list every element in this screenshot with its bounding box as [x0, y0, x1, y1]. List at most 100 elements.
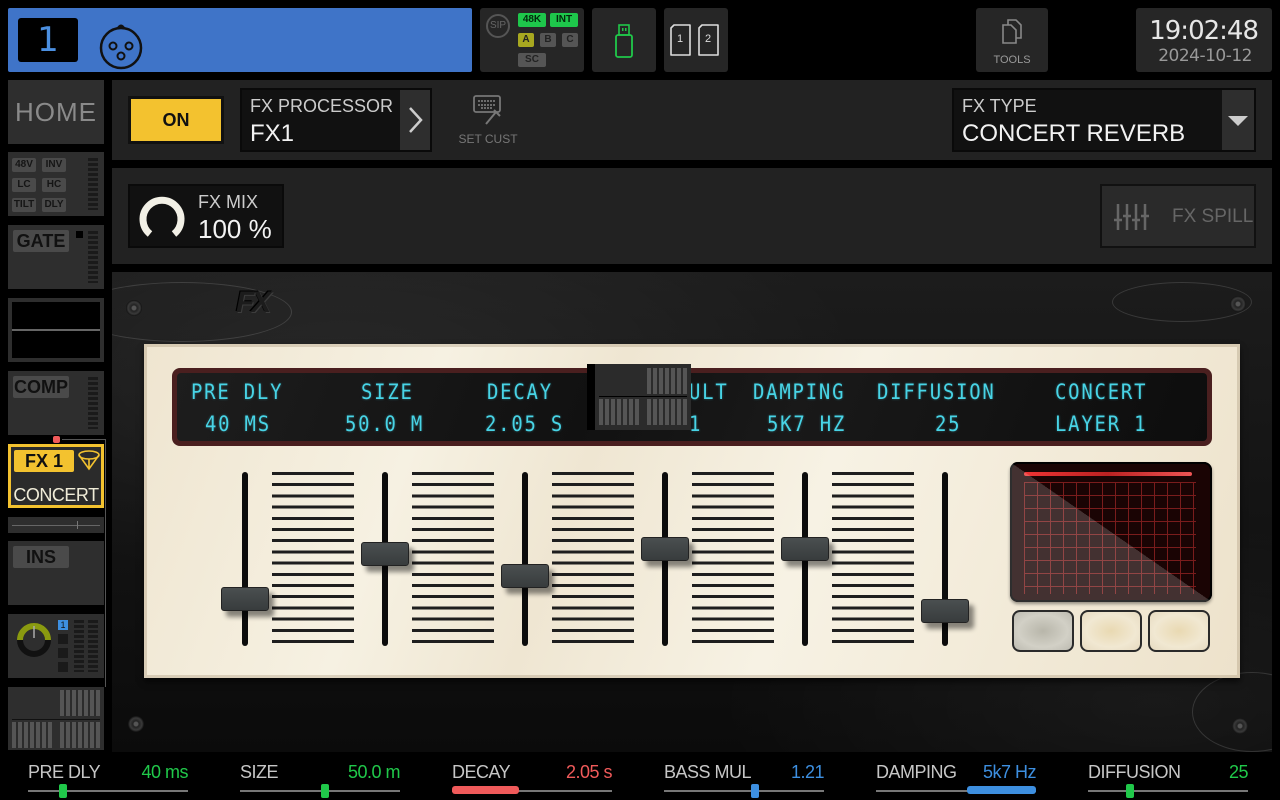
usb-drive-icon [615, 24, 633, 58]
send-meter-l [74, 620, 84, 672]
tag-lc: LC [12, 178, 36, 192]
lcd-label-pre-dly: PRE DLY [191, 380, 284, 404]
param-size[interactable]: SIZE 50.0 m [240, 756, 401, 800]
param-slider-track[interactable] [664, 790, 824, 792]
param-diffusion[interactable]: DIFFUSION 25 [1088, 756, 1249, 800]
sidebar-item-comp[interactable]: COMP [8, 371, 104, 435]
fader-track-pre-dly[interactable] [242, 472, 248, 646]
divider [12, 719, 100, 720]
sidebar-fx-level-slider[interactable] [8, 517, 104, 533]
sidebar-item-send[interactable]: 1 [8, 614, 104, 678]
sync-status[interactable]: SIP 48K INT A B C SC [480, 8, 584, 72]
sd-cards-button[interactable]: 1 2 [664, 8, 728, 72]
fx-spill-button[interactable]: FX SPILL [1100, 184, 1256, 248]
sidebar-item-output[interactable] [8, 687, 104, 750]
usb-button[interactable] [592, 8, 656, 72]
channel-strip[interactable]: 1 [8, 8, 472, 72]
faders-icon [1114, 204, 1149, 230]
sample-rate-badge: 48K [518, 13, 546, 27]
fader-knob-pre-dly[interactable] [221, 587, 269, 612]
output-meter [12, 722, 52, 748]
fader-knob-decay[interactable] [501, 564, 549, 589]
param-slider-track[interactable] [28, 790, 188, 792]
home-button[interactable]: HOME [8, 80, 104, 144]
tools-button[interactable]: TOOLS [976, 8, 1048, 72]
fx-logo: FX [236, 286, 271, 319]
param-decay[interactable]: DECAY 2.05 s [452, 756, 613, 800]
send-number: 1 [58, 620, 68, 630]
fader-track-decay[interactable] [522, 472, 528, 646]
send-slot [58, 634, 68, 644]
set-custom-button[interactable]: SET CUST [458, 94, 518, 150]
param-slider-thumb[interactable] [59, 784, 68, 798]
param-slider-track[interactable] [1088, 790, 1248, 792]
fx-mix-value: 100 % [198, 214, 272, 244]
tag-tilt: TILT [12, 198, 36, 212]
param-slider-fill[interactable] [452, 786, 520, 794]
reverb-scope-display [1010, 462, 1212, 602]
fx-type-dropdown[interactable]: FX TYPE CONCERT REVERB [952, 88, 1256, 152]
lcd-display: PRE DLY SIZE DECAY ULT DAMPING DIFFUSION… [172, 368, 1212, 446]
param-label: PRE DLY [28, 762, 101, 782]
lcd-label-damping: DAMPING [753, 380, 846, 404]
lcd-label-bass-mul: ULT [689, 380, 729, 404]
fader-knob-size[interactable] [361, 541, 409, 566]
preset-button-1[interactable] [1012, 610, 1074, 652]
fx-mix-knob[interactable]: FX MIX 100 % [128, 184, 284, 248]
overlay-meter [647, 368, 687, 394]
sidebar-item-eq[interactable] [8, 298, 104, 362]
param-slider-thumb[interactable] [1125, 784, 1134, 798]
fx-active-dot [53, 436, 60, 443]
preset-button-3[interactable] [1148, 610, 1210, 652]
param-slider-thumb[interactable] [320, 784, 329, 798]
fader-scale [552, 472, 634, 646]
param-bass-mul[interactable]: BASS MUL 1.21 [664, 756, 825, 800]
signal-path-line [62, 439, 106, 440]
scratch [1192, 672, 1272, 752]
sidebar-item-ins[interactable]: INS [8, 541, 104, 605]
lcd-value-layer: LAYER 1 [1055, 412, 1148, 436]
bank-b-badge: B [540, 33, 556, 47]
param-slider-fill[interactable] [967, 786, 1036, 794]
lcd-value-pre-dly: 40 MS [205, 412, 271, 436]
clock-time: 19:02:48 [1149, 16, 1259, 46]
sidebar-item-fx[interactable]: FX 1 CONCERT [8, 444, 104, 508]
sip-indicator: SIP [486, 14, 510, 38]
lcd-label-concert: CONCERT [1055, 380, 1148, 404]
fader-knob-diffusion[interactable] [921, 599, 969, 624]
documents-icon [1002, 19, 1022, 44]
channel-number: 1 [18, 18, 78, 62]
fx-type-dropdown-button[interactable] [1222, 90, 1254, 150]
tag-hc: HC [42, 178, 66, 192]
eq-curve [12, 329, 100, 331]
overlay-meter [599, 399, 639, 425]
lcd-label-decay: DECAY [487, 380, 553, 404]
next-processor-button[interactable] [400, 90, 430, 150]
sidebar-item-preamp[interactable]: 48V INV LC HC TILT DLY [8, 152, 104, 216]
param-label: BASS MUL [664, 762, 752, 782]
set-cust-label: SET CUST [458, 132, 518, 146]
lcd-value-diffusion: 25 [935, 412, 962, 436]
param-value: 40 ms [141, 762, 188, 782]
mix-knob-icon [139, 196, 185, 237]
param-slider-thumb[interactable] [751, 784, 760, 798]
param-damping[interactable]: DAMPING 5k7 Hz [876, 756, 1037, 800]
lcd-label-size: SIZE [361, 380, 414, 404]
on-button[interactable]: ON [128, 96, 224, 144]
fader-knob-damping[interactable] [781, 536, 829, 561]
fx-processor-value: FX1 [250, 120, 295, 147]
fx-type-name: CONCERT [13, 485, 99, 505]
send-slot [58, 648, 68, 658]
send-meter-r [88, 620, 98, 672]
clock-date: 2024-10-12 [1158, 46, 1252, 66]
output-meter [60, 690, 100, 716]
input-meter [88, 158, 98, 210]
fader-knob-bass-mul[interactable] [641, 536, 689, 561]
fx-processor-selector[interactable]: FX PROCESSOR FX1 [240, 88, 432, 152]
sidebar-item-gate[interactable]: GATE [8, 225, 104, 289]
fader-scale [272, 472, 354, 646]
param-pre-dly[interactable]: PRE DLY 40 ms [28, 756, 188, 800]
preset-button-2[interactable] [1080, 610, 1142, 652]
fx-spill-label: FX SPILL [1172, 206, 1254, 227]
tag-dly: DLY [42, 198, 66, 212]
